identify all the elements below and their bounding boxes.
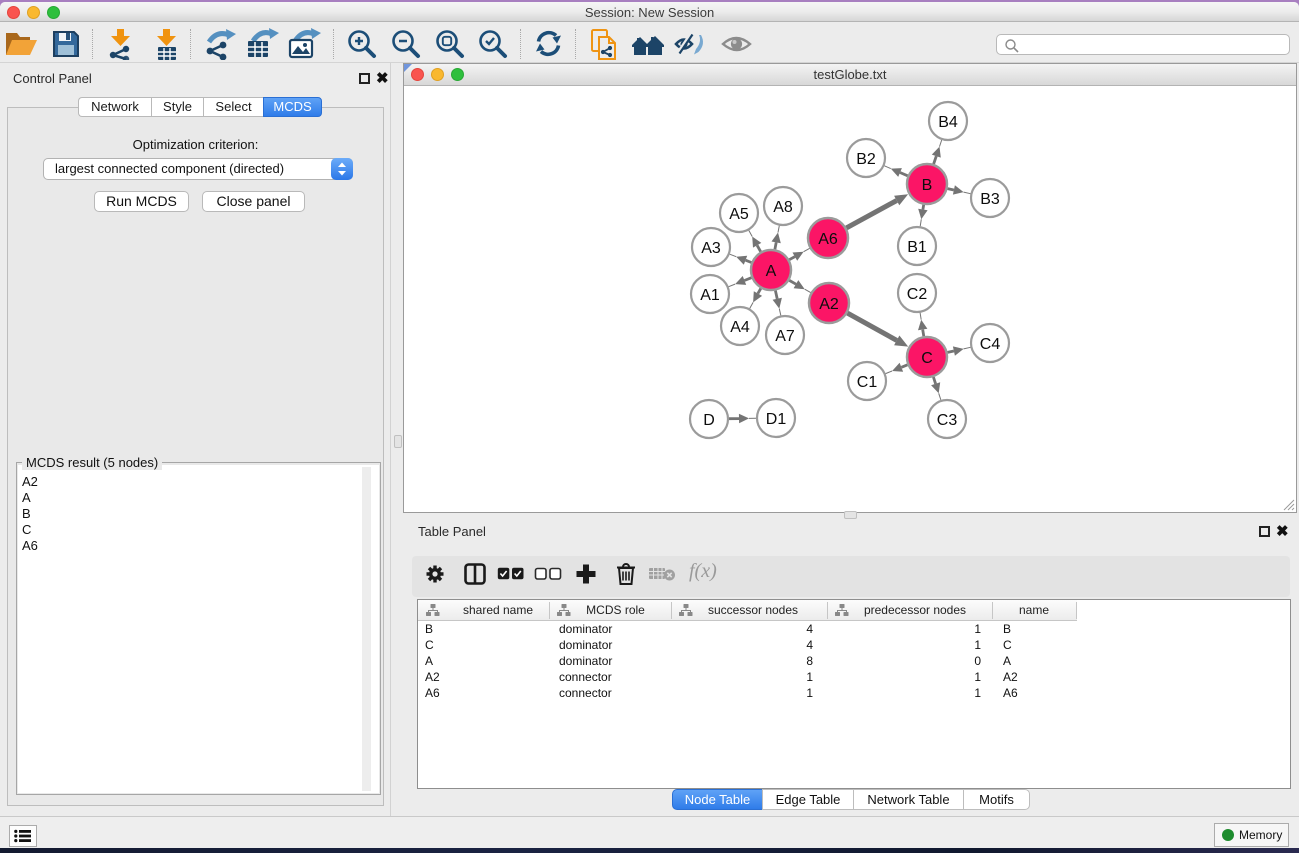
svg-text:A: A [766,263,777,280]
svg-text:C1: C1 [857,374,878,391]
svg-text:A2: A2 [819,296,839,313]
svg-text:B: B [922,177,933,194]
svg-text:A1: A1 [700,287,720,304]
svg-text:A7: A7 [775,328,795,345]
svg-text:D: D [703,412,715,429]
svg-text:C: C [921,350,933,367]
svg-text:B3: B3 [980,191,1000,208]
svg-text:D1: D1 [766,411,787,428]
svg-text:A6: A6 [818,231,838,248]
svg-text:C2: C2 [907,286,928,303]
svg-text:A8: A8 [773,199,793,216]
svg-text:A4: A4 [730,319,750,336]
svg-text:B1: B1 [907,239,927,256]
svg-text:C4: C4 [980,336,1001,353]
svg-text:B2: B2 [856,151,876,168]
svg-text:B4: B4 [938,114,958,131]
svg-text:A3: A3 [701,240,721,257]
svg-text:C3: C3 [937,412,958,429]
svg-text:A5: A5 [729,206,749,223]
